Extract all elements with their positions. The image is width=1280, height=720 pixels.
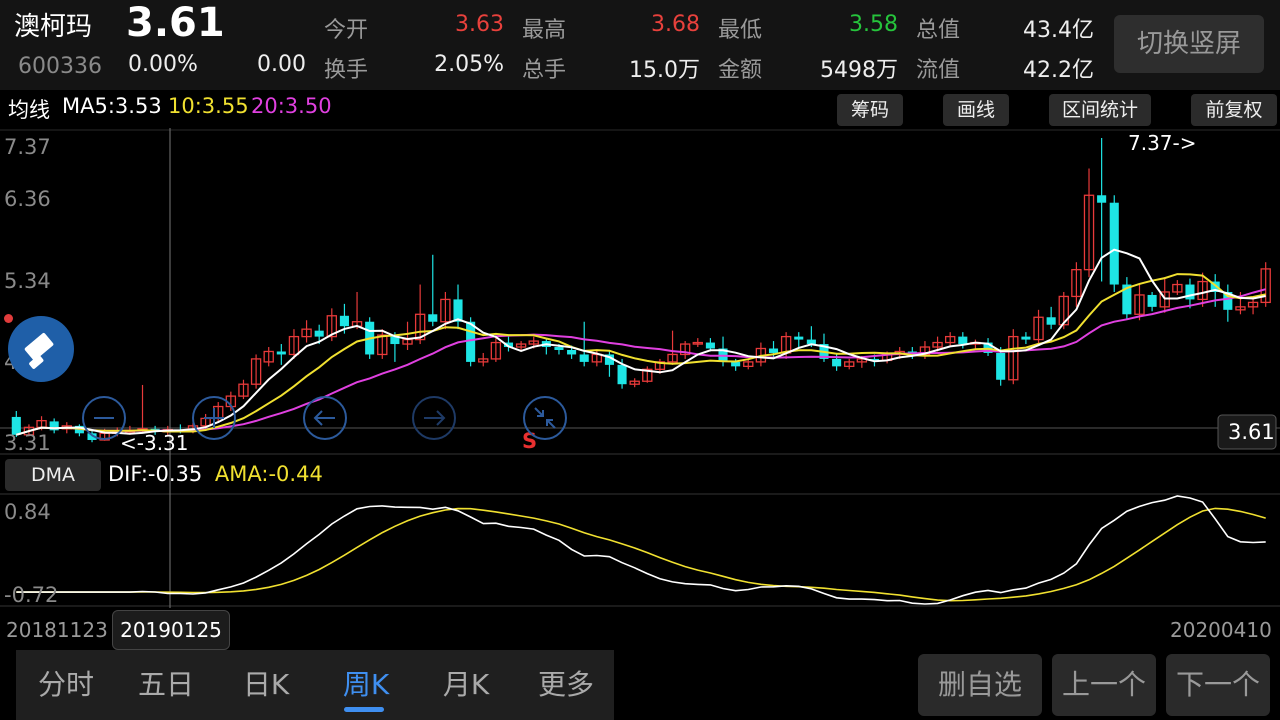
draw-line-button[interactable]: 画线 xyxy=(943,94,1009,126)
price-tick: 7.37 xyxy=(4,135,51,159)
ma5-line xyxy=(16,248,1266,436)
dif-value: DIF:-0.35 xyxy=(108,462,203,486)
tab-five-day[interactable]: 五日 xyxy=(116,650,216,720)
stock-change: 0.00 xyxy=(257,52,306,77)
ma10-value: 10:3.55 xyxy=(168,94,249,118)
stock-code: 600336 xyxy=(18,54,102,79)
candle-body xyxy=(996,352,1006,380)
field-label: 金额 xyxy=(718,58,763,83)
ama-line xyxy=(16,507,1266,602)
tab-daily-k[interactable]: 日K xyxy=(216,650,316,720)
stock-change-pct: 0.00% xyxy=(128,52,198,77)
ma-title: 均线 xyxy=(8,98,50,122)
candle-body xyxy=(1046,317,1056,325)
field-value: 5498万 xyxy=(820,58,898,83)
candle-body xyxy=(1021,336,1031,340)
price-tick: 6.36 xyxy=(4,187,51,211)
field-label: 最高 xyxy=(522,18,567,43)
field-value: 3.58 xyxy=(849,12,898,37)
field-value: 42.2亿 xyxy=(1023,58,1094,83)
kline-chart[interactable]: 7.37 6.36 5.34 4.33 3.31 7.37-> <-3.31 S… xyxy=(0,128,1280,608)
candle-body xyxy=(314,330,324,337)
candle-body xyxy=(428,314,438,322)
candle-body xyxy=(466,321,476,362)
candle-body xyxy=(794,336,804,340)
dma-tick: 0.84 xyxy=(4,500,51,524)
field-value: 43.4亿 xyxy=(1023,18,1094,43)
cursor-date: 20190125 xyxy=(112,610,230,650)
field-label: 最低 xyxy=(718,18,763,43)
ma10-line xyxy=(16,273,1266,436)
field-label: 换手 xyxy=(324,58,369,83)
dma-indicator-button[interactable]: DMA xyxy=(5,459,101,491)
field-value: 3.68 xyxy=(651,12,700,37)
candle-body xyxy=(768,348,779,353)
stock-price: 3.61 xyxy=(126,0,225,46)
field-label: 总值 xyxy=(916,18,961,43)
candle-body xyxy=(731,361,741,367)
ma5-value: MA5:3.53 xyxy=(62,94,162,118)
candle-body xyxy=(554,347,564,350)
price-tick: 5.34 xyxy=(4,269,51,293)
arrow-left-icon[interactable] xyxy=(303,396,347,440)
field-value: 3.63 xyxy=(455,12,504,37)
low-label: <-3.31 xyxy=(120,431,189,455)
current-price-label: 3.61 xyxy=(1228,420,1275,444)
tab-monthly-k[interactable]: 月K xyxy=(416,650,516,720)
candle-body xyxy=(276,351,286,355)
adjust-mode-button[interactable]: 前复权 xyxy=(1191,94,1277,126)
candle-body xyxy=(567,349,577,355)
price-tick: 3.31 xyxy=(4,431,51,455)
candle-body xyxy=(1147,294,1157,307)
dma-tick: -0.72 xyxy=(4,583,58,607)
previous-stock-button[interactable]: 上一个 xyxy=(1052,654,1156,716)
tab-more[interactable]: 更多 xyxy=(516,650,616,720)
stock-name: 澳柯玛 xyxy=(14,12,93,42)
candle-body xyxy=(339,315,349,327)
field-value: 15.0万 xyxy=(629,58,700,83)
end-date: 20200410 xyxy=(1170,618,1272,642)
candle-body xyxy=(705,342,715,349)
remove-favorite-button[interactable]: 删自选 xyxy=(918,654,1042,716)
dma-lines xyxy=(16,495,1266,605)
ma-lines xyxy=(16,248,1266,436)
chip-button[interactable]: 筹码 xyxy=(837,94,903,126)
float-tool-icon[interactable] xyxy=(8,316,74,382)
quote-header: 澳柯玛 600336 3.61 0.00% 0.00 今开 3.63 最高 3.… xyxy=(0,0,1280,90)
zoom-in-icon[interactable] xyxy=(192,396,236,440)
collapse-icon[interactable] xyxy=(523,396,567,440)
chart-grid xyxy=(0,128,1280,608)
switch-portrait-button[interactable]: 切换竖屏 xyxy=(1114,15,1264,73)
high-label: 7.37-> xyxy=(1128,131,1197,155)
field-label: 总手 xyxy=(522,58,567,83)
range-stats-button[interactable]: 区间统计 xyxy=(1049,94,1151,126)
candles xyxy=(11,138,1271,443)
active-tab-indicator xyxy=(344,707,384,712)
candle-body xyxy=(958,336,968,345)
start-date: 20181123 xyxy=(6,618,108,642)
candle-body xyxy=(579,354,589,362)
candle-body xyxy=(832,358,842,367)
ama-value: AMA:-0.44 xyxy=(214,462,323,486)
candle-body xyxy=(1109,202,1119,285)
field-label: 流值 xyxy=(916,58,961,83)
dma-legend: DIF:-0.35 AMA:-0.44 xyxy=(108,462,323,486)
field-value: 2.05% xyxy=(434,52,504,77)
ma20-value: 20:3.50 xyxy=(251,94,332,118)
next-stock-button[interactable]: 下一个 xyxy=(1166,654,1270,716)
candle-body xyxy=(1097,195,1107,203)
tab-intraday[interactable]: 分时 xyxy=(16,650,116,720)
ma20-line xyxy=(16,288,1266,436)
arrow-right-icon[interactable] xyxy=(412,396,456,440)
candle-body xyxy=(617,364,627,385)
field-label: 今开 xyxy=(324,18,369,43)
